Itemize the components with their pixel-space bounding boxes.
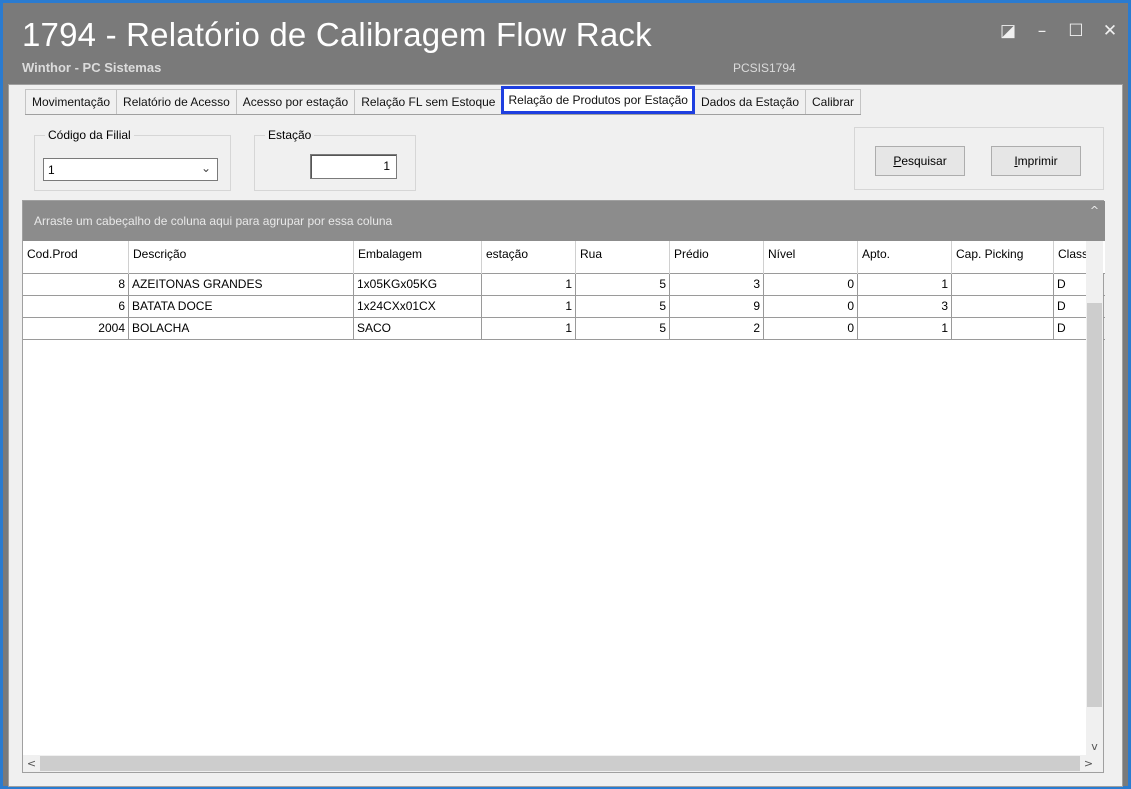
pesquisar-button[interactable]: Pesquisar xyxy=(875,146,965,176)
horizontal-scroll-thumb[interactable] xyxy=(40,756,1080,771)
window-controls: ◪ – ☐ ✕ xyxy=(994,19,1124,43)
col-classe[interactable]: Classe xyxy=(1054,241,1086,274)
tab-dados-estacao[interactable]: Dados da Estação xyxy=(693,89,806,114)
col-cap-picking[interactable]: Cap. Picking xyxy=(952,241,1054,274)
window-title: 1794 - Relatório de Calibragem Flow Rack xyxy=(22,16,652,53)
cell-cap-picking xyxy=(952,296,1054,317)
cell-rua: 5 xyxy=(576,274,670,295)
scroll-down-icon[interactable]: v xyxy=(1086,738,1103,755)
table-row[interactable]: 2004 BOLACHA SACO 1 5 2 0 1 D xyxy=(23,318,1105,340)
minimize-icon[interactable]: – xyxy=(1028,19,1056,43)
cell-descricao: BOLACHA xyxy=(129,318,354,339)
cell-descricao: BATATA DOCE xyxy=(129,296,354,317)
cell-nivel: 0 xyxy=(764,296,858,317)
tab-acesso-estacao[interactable]: Acesso por estação xyxy=(235,89,356,114)
pesquisar-label: esquisar xyxy=(901,154,947,168)
cell-embalagem: 1x24CXx01CX xyxy=(354,296,482,317)
cell-nivel: 0 xyxy=(764,318,858,339)
cell-cod-prod: 2004 xyxy=(23,318,129,339)
cell-estacao: 1 xyxy=(482,296,576,317)
cell-classe: D xyxy=(1057,321,1066,335)
tab-strip: Movimentação Relatório de Acesso Acesso … xyxy=(25,86,862,115)
horizontal-scrollbar[interactable]: < > xyxy=(23,755,1103,772)
cell-apto: 3 xyxy=(858,296,952,317)
imprimir-label: mprimir xyxy=(1017,154,1058,168)
cell-cod-prod: 8 xyxy=(23,274,129,295)
cell-classe: D xyxy=(1057,277,1066,291)
cell-rua: 5 xyxy=(576,318,670,339)
group-by-panel[interactable]: Arraste um cabeçalho de coluna aqui para… xyxy=(23,201,1105,241)
col-predio[interactable]: Prédio xyxy=(670,241,764,274)
app-window: 1794 - Relatório de Calibragem Flow Rack… xyxy=(0,0,1131,789)
client-area: Movimentação Relatório de Acesso Acesso … xyxy=(8,84,1123,787)
routine-code: PCSIS1794 xyxy=(733,61,796,75)
cell-classe: D xyxy=(1057,299,1066,313)
estacao-label: Estação xyxy=(265,128,315,142)
cell-predio: 2 xyxy=(670,318,764,339)
cell-estacao: 1 xyxy=(482,274,576,295)
estacao-input[interactable]: 1 xyxy=(310,154,397,179)
filial-select[interactable]: 1 ⌄ xyxy=(43,158,218,181)
cell-cap-picking xyxy=(952,274,1054,295)
maximize-icon[interactable]: ☐ xyxy=(1062,19,1090,43)
col-embalagem[interactable]: Embalagem xyxy=(354,241,482,274)
close-icon[interactable]: ✕ xyxy=(1096,19,1124,43)
cell-embalagem: 1x05KGx05KG xyxy=(354,274,482,295)
tab-relacao-produtos-estacao[interactable]: Relação de Produtos por Estação xyxy=(501,86,695,114)
tab-relatorio-acesso[interactable]: Relatório de Acesso xyxy=(116,89,237,114)
tab-calibrar[interactable]: Calibrar xyxy=(805,89,862,114)
tab-movimentacao[interactable]: Movimentação xyxy=(25,89,118,114)
filial-label: Código da Filial xyxy=(45,128,134,142)
cell-cap-picking xyxy=(952,318,1054,339)
cell-cod-prod: 6 xyxy=(23,296,129,317)
col-nivel[interactable]: Nível xyxy=(764,241,858,274)
scroll-left-icon[interactable]: < xyxy=(23,755,40,772)
col-descricao[interactable]: Descrição xyxy=(129,241,354,274)
estacao-group: Estação 1 xyxy=(254,128,416,191)
table-row[interactable]: 6 BATATA DOCE 1x24CXx01CX 1 5 9 0 3 D xyxy=(23,296,1105,318)
table-row[interactable]: 8 AZEITONAS GRANDES 1x05KGx05KG 1 5 3 0 … xyxy=(23,274,1105,296)
scroll-right-icon[interactable]: > xyxy=(1080,755,1097,772)
chevron-down-icon: ⌄ xyxy=(200,161,211,175)
cell-predio: 9 xyxy=(670,296,764,317)
products-grid: Arraste um cabeçalho de coluna aqui para… xyxy=(22,200,1105,773)
col-apto[interactable]: Apto. xyxy=(858,241,952,274)
actions-group: Pesquisar Imprimir xyxy=(854,127,1104,190)
restore-icon[interactable]: ◪ xyxy=(994,19,1022,43)
grid-header: Cod.Prod Descrição Embalagem estação Rua… xyxy=(23,241,1105,274)
vertical-scroll-thumb[interactable] xyxy=(1087,303,1102,707)
filial-group: Código da Filial 1 ⌄ xyxy=(34,128,231,191)
cell-descricao: AZEITONAS GRANDES xyxy=(129,274,354,295)
cell-predio: 3 xyxy=(670,274,764,295)
vertical-scrollbar[interactable]: ^ v xyxy=(1086,204,1103,755)
col-cod-prod[interactable]: Cod.Prod xyxy=(23,241,129,274)
tab-relacao-fl-sem-estoque[interactable]: Relação FL sem Estoque xyxy=(354,89,503,114)
col-estacao[interactable]: estação xyxy=(482,241,576,274)
title-bar[interactable]: 1794 - Relatório de Calibragem Flow Rack… xyxy=(3,3,1128,84)
col-rua[interactable]: Rua xyxy=(576,241,670,274)
cell-apto: 1 xyxy=(858,274,952,295)
imprimir-button[interactable]: Imprimir xyxy=(991,146,1081,176)
cell-embalagem: SACO xyxy=(354,318,482,339)
cell-rua: 5 xyxy=(576,296,670,317)
cell-estacao: 1 xyxy=(482,318,576,339)
window-subtitle: Winthor - PC Sistemas xyxy=(22,60,162,75)
scroll-up-icon[interactable]: ^ xyxy=(1086,202,1103,219)
cell-nivel: 0 xyxy=(764,274,858,295)
cell-apto: 1 xyxy=(858,318,952,339)
filial-value: 1 xyxy=(48,163,55,177)
